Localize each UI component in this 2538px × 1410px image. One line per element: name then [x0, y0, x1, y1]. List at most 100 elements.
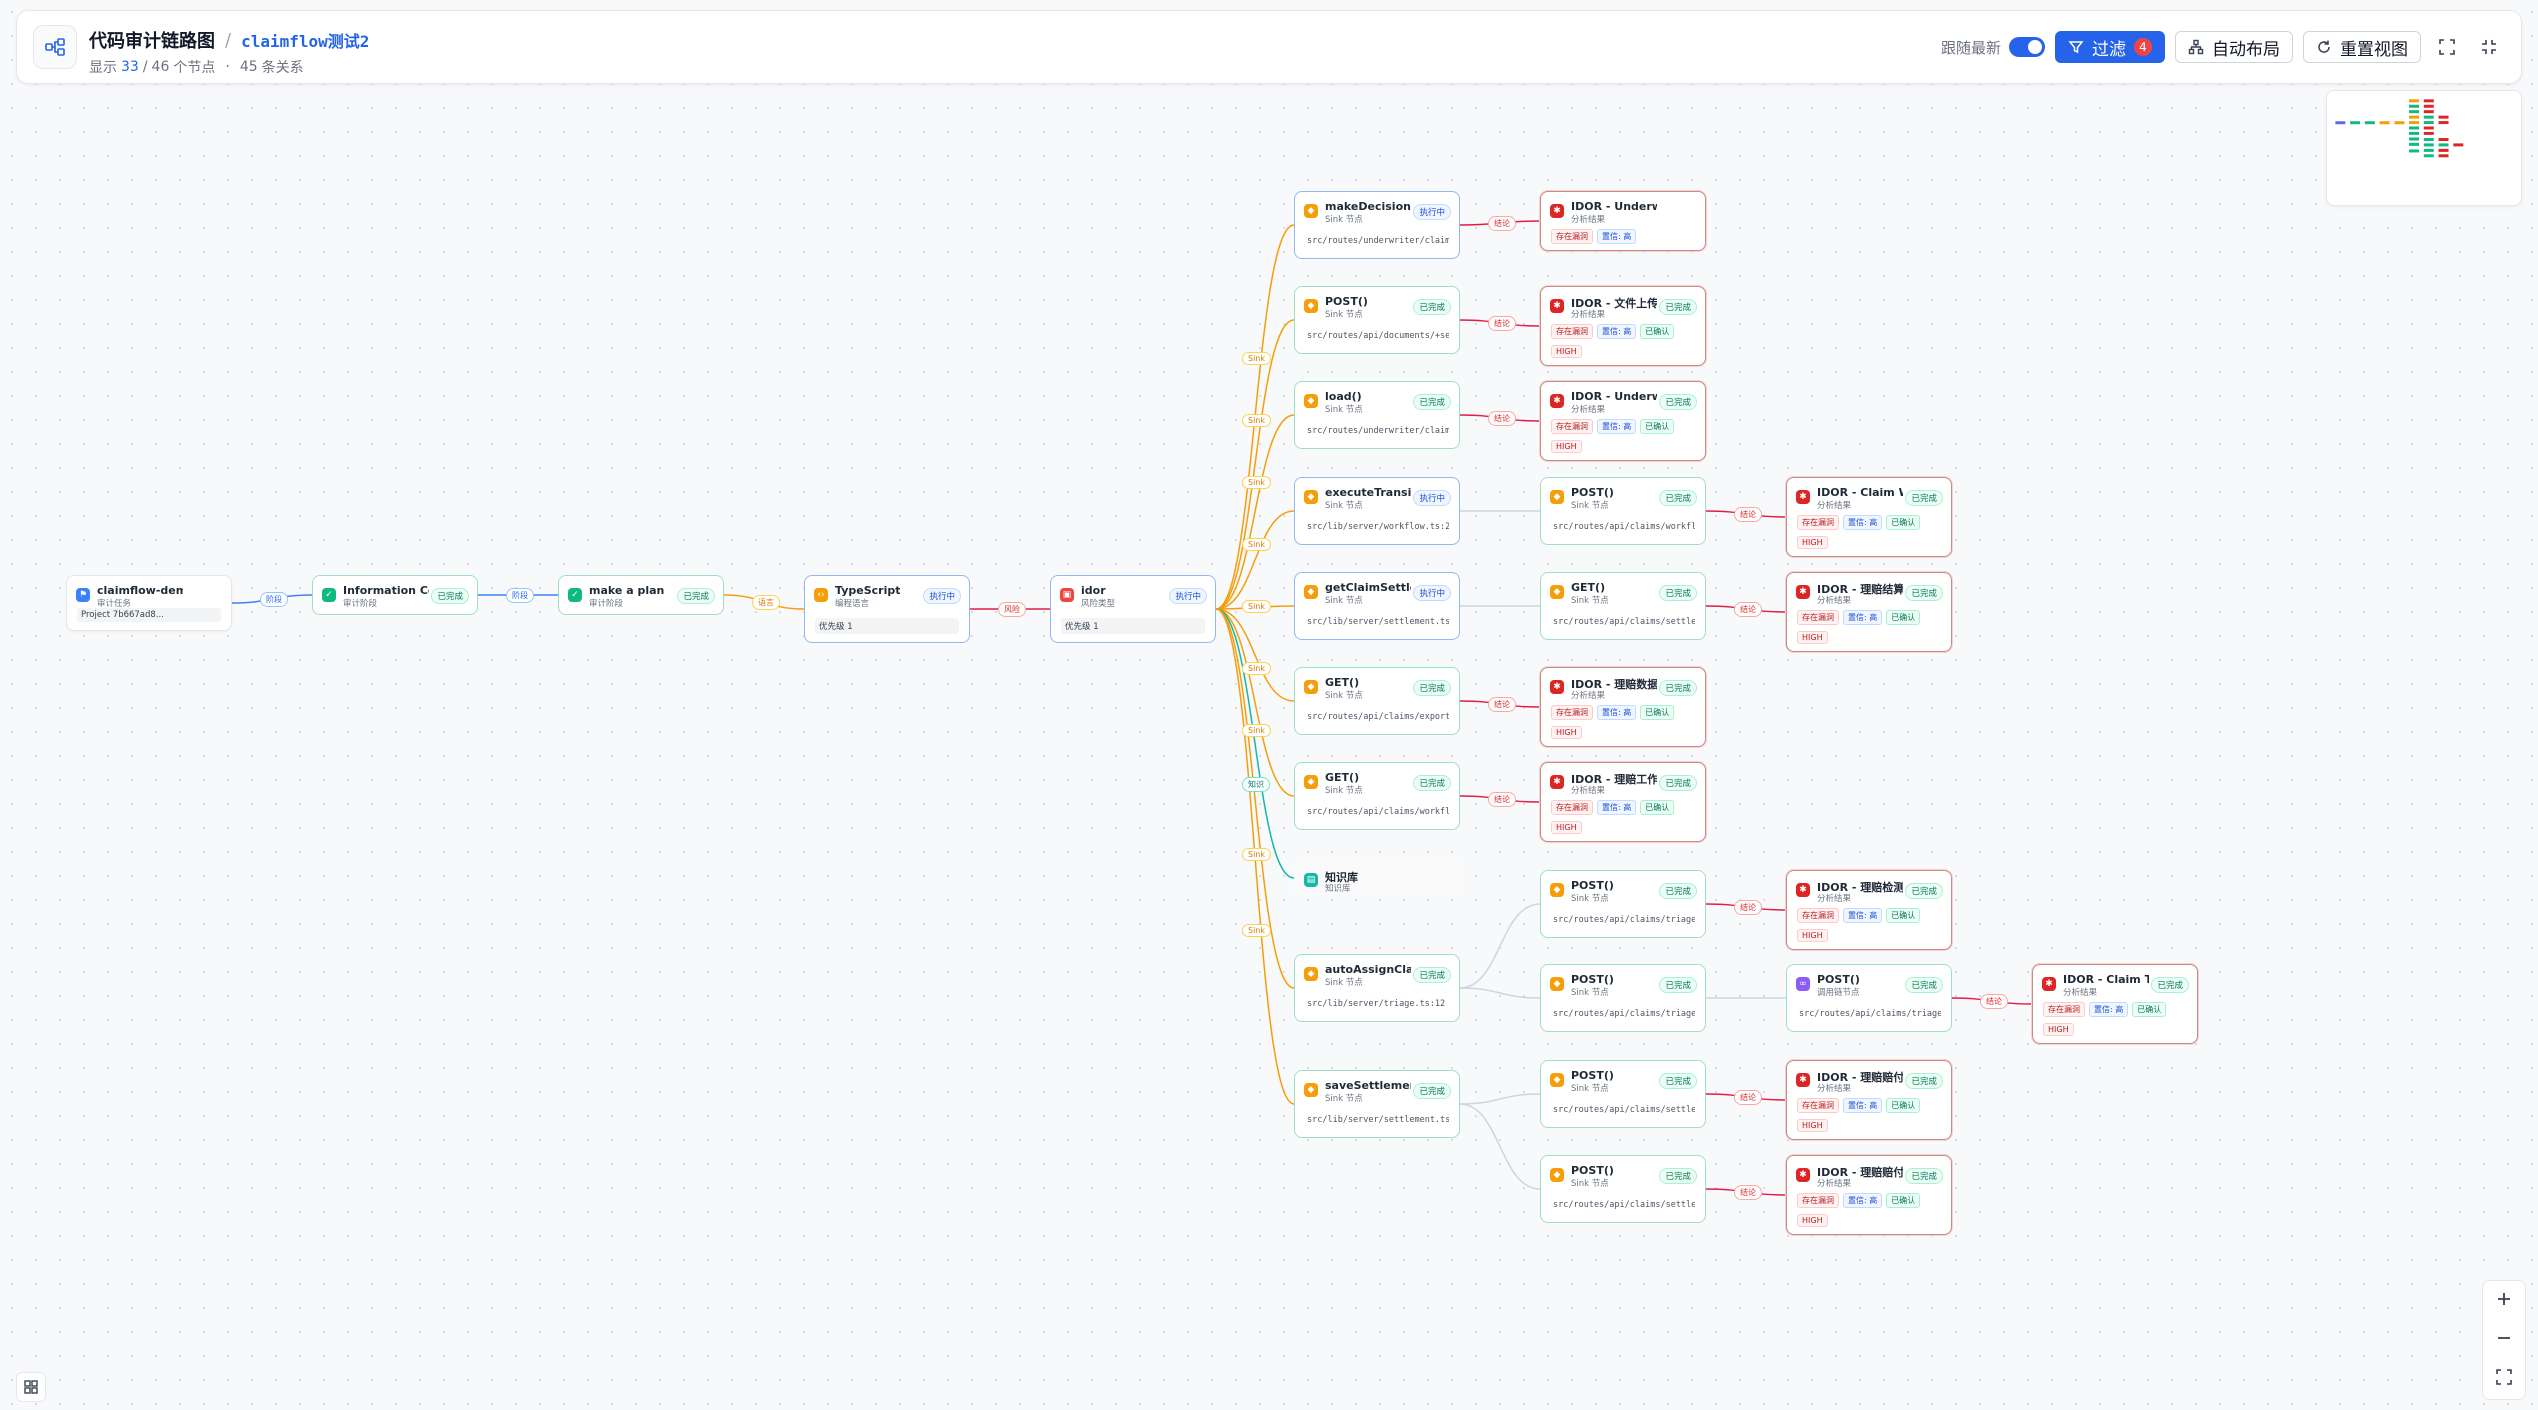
edge-label: 结论 [1734, 602, 1762, 617]
graph-node[interactable]: ◆ POST() Sink 节点 已完成 src/routes/api/claims/t… [1540, 964, 1706, 1032]
nodes-label: 个节点 [173, 60, 216, 76]
graph-node[interactable]: ✱IDOR - 文件上传…分析结果已完成存在漏洞置信: 高已确认HIGH [1540, 286, 1706, 366]
node-title: IDOR - Claim Tri… [2063, 973, 2149, 986]
graph-node[interactable]: ◆ POST() Sink 节点 已完成 src/routes/api/claims/s… [1540, 1155, 1706, 1223]
graph-node[interactable]: ⚑claimflow-demo审计任务Project 7b667ad8... [66, 575, 232, 631]
finding-tags: 存在漏洞 置信: 高已确认 [1797, 1098, 1921, 1113]
graph-node[interactable]: ◆ load() Sink 节点 已完成 src/routes/underwriter/… [1294, 381, 1460, 449]
graph-node[interactable]: ✓ make a plan 审计阶段 已完成 [558, 575, 724, 615]
status-badge: 已完成 [1659, 394, 1697, 410]
node-subtitle: 分析结果 [1817, 1084, 1852, 1094]
minimap-node [2438, 138, 2449, 142]
zoom-in-button[interactable] [2495, 1290, 2513, 1312]
edge-label: 风险 [998, 602, 1026, 617]
graph-node[interactable]: ✱IDOR - 理赔结算…分析结果已完成存在漏洞置信: 高已确认HIGH [1786, 572, 1952, 652]
edge-label: 结论 [1488, 316, 1516, 331]
graph-node[interactable]: ▣ idor 风险类型 执行中 优先级 1 [1050, 575, 1216, 643]
node-subtitle: 分析结果 [1571, 691, 1606, 701]
filter-count-badge: 4 [2134, 38, 2152, 56]
graph-node[interactable]: ◆ POST() Sink 节点 已完成 src/routes/api/document… [1294, 286, 1460, 354]
node-title: POST() [1325, 295, 1368, 308]
node-subtitle: Sink 节点 [1325, 215, 1363, 225]
minimap-canvas [2335, 99, 2464, 158]
node-title: idor [1081, 584, 1106, 597]
title-separator: / [225, 29, 232, 51]
graph-node[interactable]: ✱IDOR - 理赔数据…分析结果已完成存在漏洞置信: 高已确认HIGH [1540, 667, 1706, 747]
graph-node[interactable]: ✱IDOR - 理赔工作…分析结果已完成存在漏洞置信: 高已确认HIGH [1540, 762, 1706, 842]
shown-label: 显示 [89, 60, 117, 76]
graph-node[interactable]: ‹› TypeScript 编程语言 执行中 优先级 1 [804, 575, 970, 643]
graph-node[interactable]: ◆ makeDecision() Sink 节点 执行中 src/routes/unde… [1294, 191, 1460, 259]
follow-latest-toggle[interactable] [2009, 37, 2045, 57]
finding-tag: 已确认 [1640, 705, 1675, 720]
finding-tag: 置信: 高 [1843, 1098, 1883, 1113]
status-badge: 已完成 [1413, 680, 1451, 696]
finding-tags: 存在漏洞 置信: 高已确认 [1551, 705, 1675, 720]
finding-tag: 存在漏洞 [1551, 419, 1593, 434]
zoom-out-button[interactable] [2495, 1329, 2513, 1351]
project-name[interactable]: claimflow测试2 [241, 28, 369, 52]
graph-node[interactable]: ✱IDOR - 理赔赔付…分析结果已完成存在漏洞置信: 高已确认HIGH [1786, 1060, 1952, 1140]
fit-view-button[interactable] [2495, 1368, 2513, 1390]
minimap-node [2409, 99, 2419, 103]
graph-node[interactable]: ◆ POST() Sink 节点 已完成 src/routes/api/claims/s… [1540, 1060, 1706, 1128]
graph-edge [1459, 1103, 1541, 1190]
node-subtitle: Sink 节点 [1571, 988, 1609, 998]
status-badge: 执行中 [1413, 204, 1451, 220]
graph-node[interactable]: ◆ POST() Sink 节点 已完成 src/routes/api/claims/t… [1540, 870, 1706, 938]
node-file-path: src/routes/api/claims/settlemen… [1553, 617, 1695, 627]
graph-edge [1459, 1093, 1541, 1105]
node-title: GET() [1325, 676, 1360, 689]
filter-button[interactable]: 过滤 4 [2055, 31, 2165, 63]
graph-node[interactable]: ◆ GET() Sink 节点 已完成 src/routes/api/claims/wo… [1294, 762, 1460, 830]
graph-node[interactable]: ✱ IDOR - Claim W… 分析结果 已完成存在漏洞置信: 高已确认 HIGH [1786, 477, 1952, 557]
bug-icon: ✱ [1796, 490, 1810, 504]
grid-toggle-button[interactable] [16, 1372, 46, 1402]
shield-icon: ◆ [1304, 394, 1318, 408]
status-badge: 已完成 [1413, 299, 1451, 315]
node-subtitle: 分析结果 [1817, 596, 1852, 606]
graph-node[interactable]: ◆ saveSettlement… Sink 节点 已完成 src/lib/server… [1294, 1070, 1460, 1138]
graph-node[interactable]: ◆ GET() Sink 节点 已完成 src/routes/api/claims/ex… [1294, 667, 1460, 735]
status-badge: 执行中 [1169, 588, 1207, 604]
reset-view-button[interactable]: 重置视图 [2303, 31, 2421, 63]
graph-node[interactable]: ✱ IDOR - Underwr… 分析结果 已完成存在漏洞置信: 高已确认 HIGH [1540, 381, 1706, 461]
graph-node[interactable]: ✱ IDOR - Claim Tri… 分析结果 已完成存在漏洞置信: 高已确认 HIG… [2032, 964, 2198, 1044]
node-title: IDOR - Underwr… [1571, 390, 1657, 403]
graph-node[interactable]: ✱ IDOR - Underwriter make… 分析结果存在漏洞置信: 高 [1540, 191, 1706, 251]
finding-tag: 置信: 高 [1597, 800, 1637, 815]
collapse-button[interactable] [2473, 31, 2505, 63]
minimap-node [2409, 131, 2419, 135]
edge-label: 结论 [1980, 994, 2008, 1009]
node-file-path: src/lib/server/workflow.ts:208 [1307, 522, 1449, 532]
shield-icon: ◆ [1304, 967, 1318, 981]
graph-node[interactable]: ◆ getClaimSettle… Sink 节点 执行中 src/lib/server… [1294, 572, 1460, 640]
graph-node[interactable]: ✓ Information Col… 审计阶段 已完成 [312, 575, 478, 615]
graph-canvas[interactable]: ⚑claimflow-demo审计任务Project 7b667ad8... ✓I… [0, 0, 2538, 1410]
node-file-path: src/routes/api/claims/triage/+s… [1799, 1009, 1941, 1019]
auto-layout-button[interactable]: 自动布局 [2175, 31, 2293, 63]
finding-tags: 存在漏洞 置信: 高已确认 [1797, 1193, 1921, 1208]
graph-node[interactable]: ◆ GET() Sink 节点 已完成 src/routes/api/claims/se… [1540, 572, 1706, 640]
graph-node[interactable]: ◆ executeTransiti… Sink 节点 执行中 src/lib/serve… [1294, 477, 1460, 545]
shield-icon: ◆ [1550, 1073, 1564, 1087]
status-badge: 执行中 [1413, 490, 1451, 506]
graph-node[interactable]: ✱IDOR - 理赔赔付…分析结果已完成存在漏洞置信: 高已确认HIGH [1786, 1155, 1952, 1235]
graph-node[interactable]: ✱IDOR - 理赔检测…分析结果已完成存在漏洞置信: 高已确认HIGH [1786, 870, 1952, 950]
minimap[interactable] [2326, 90, 2522, 206]
finding-tag: 已确认 [1640, 800, 1675, 815]
edge-label: 结论 [1734, 507, 1762, 522]
node-subtitle: Sink 节点 [1325, 1094, 1363, 1104]
code-icon: ‹› [814, 588, 828, 602]
finding-tag: 置信: 高 [1843, 908, 1883, 923]
graph-node[interactable]: ∞ POST() 调用链节点 已完成 src/routes/api/claims/tri… [1786, 964, 1952, 1032]
fullscreen-button[interactable] [2431, 31, 2463, 63]
finding-tag: 存在漏洞 [1551, 800, 1593, 815]
minimap-node [2379, 121, 2390, 125]
graph-node[interactable]: ▤ 知识库 知识库 [1294, 860, 1460, 896]
node-subtitle: 分析结果 [2063, 988, 2098, 998]
graph-node[interactable]: ◆ autoAssignClai… Sink 节点 已完成 src/lib/server… [1294, 954, 1460, 1022]
status-badge: 已完成 [1905, 490, 1943, 506]
graph-node[interactable]: ◆ POST() Sink 节点 已完成 src/routes/api/claims/w… [1540, 477, 1706, 545]
document-icon: ▤ [1304, 873, 1318, 887]
